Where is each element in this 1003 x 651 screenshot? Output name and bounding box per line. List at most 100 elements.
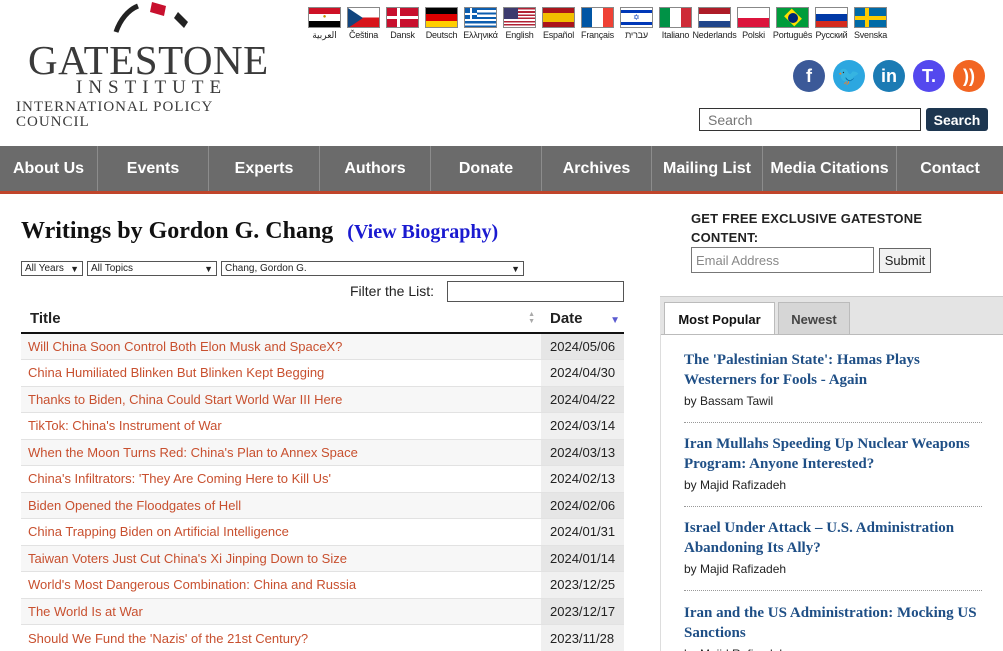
nav-item-media-citations[interactable]: Media Citations [763,146,897,191]
language-gr[interactable]: Ελληνικά [461,7,500,41]
article-title-link[interactable]: Should We Fund the 'Nazis' of the 21st C… [21,624,541,651]
nav-item-archives[interactable]: Archives [542,146,652,191]
article-title-link[interactable]: Will China Soon Control Both Elon Musk a… [21,332,541,360]
writings-table: Title ▲ ▼ Date ▼ Will China Soon Control … [21,305,624,651]
submit-button[interactable]: Submit [879,248,931,273]
language-se[interactable]: Svenska [851,7,890,41]
nav-item-about-us[interactable]: About Us [0,146,98,191]
article-date: 2024/03/13 [541,438,624,466]
popular-article: Israel Under Attack – U.S. Administratio… [684,518,984,576]
title-column-header[interactable]: Title ▲ ▼ [21,305,541,334]
social-links: f 🐦 in T.)) [793,60,985,92]
article-date: 2023/11/28 [541,624,624,651]
email-input[interactable]: Email Address [691,247,874,273]
twitter-icon[interactable]: 🐦 [833,60,865,92]
language-label: Polski [742,30,765,40]
language-eg[interactable]: ● العربية [305,7,344,41]
rss-icon[interactable]: )) [953,60,985,92]
language-fr[interactable]: Français [578,7,617,41]
sort-both-icon: ▲ ▼ [528,311,535,325]
date-column-header[interactable]: Date ▼ [541,305,624,334]
nav-item-contact[interactable]: Contact [897,146,1003,191]
article-title-link[interactable]: Biden Opened the Floodgates of Hell [21,491,541,519]
logo-gatestone-text: GATESTONE [28,37,269,83]
logo-mark-icon [113,2,188,33]
truth-social-icon[interactable]: T. [913,60,945,92]
language-nl[interactable]: Nederlands [692,7,737,41]
language-flags: ● العربية Čeština Dansk Deutsch Ελληνικά Engli… [305,7,890,41]
pl-flag-icon [737,7,770,28]
language-label: Čeština [348,30,379,40]
language-label: Español [542,30,575,40]
nl-flag-icon [698,7,731,28]
article-date: 2024/05/06 [541,332,624,360]
table-row: The World Is at War 2023/12/17 [21,597,624,625]
popular-article-title[interactable]: Israel Under Attack – U.S. Administratio… [684,518,984,558]
language-pl[interactable]: Polski [734,7,773,41]
article-date: 2023/12/25 [541,571,624,598]
language-ru[interactable]: Русский [812,7,851,41]
linkedin-icon[interactable]: in [873,60,905,92]
search-button[interactable]: Search [926,108,988,131]
site-logo[interactable]: GATESTONE INSTITUTE INTERNATIONAL POLICY… [14,2,286,130]
language-label: العربية [312,30,337,40]
tab-newest[interactable]: Newest [778,302,850,335]
popular-article: Iran and the US Administration: Mocking … [684,603,984,651]
main-nav: About Us Events Experts Authors Donate Archiv… [0,146,1003,194]
nav-item-experts[interactable]: Experts [209,146,320,191]
filter-list-label: Filter the List: [350,283,435,299]
table-row: Should We Fund the 'Nazis' of the 21st C… [21,624,624,651]
popular-article-author: by Majid Rafizadeh [684,562,787,576]
nav-item-donate[interactable]: Donate [431,146,542,191]
topics-select[interactable]: All Topics ▼ [87,261,217,276]
article-title-link[interactable]: When the Moon Turns Red: China's Plan to… [21,438,541,466]
language-es[interactable]: Español [539,7,578,41]
years-select[interactable]: All Years ▼ [21,261,83,276]
tabs-divider [660,334,1003,335]
language-de[interactable]: Deutsch [422,7,461,41]
article-title-link[interactable]: China Trapping Biden on Artificial Intel… [21,518,541,545]
language-dk[interactable]: Dansk [383,7,422,41]
table-row: Will China Soon Control Both Elon Musk a… [21,332,624,360]
page-title: Writings by Gordon G. Chang (View Biogra… [21,218,498,245]
de-flag-icon [425,7,458,28]
article-title-link[interactable]: World's Most Dangerous Combination: Chin… [21,571,541,598]
article-title-link[interactable]: Taiwan Voters Just Cut China's Xi Jinpin… [21,544,541,572]
filter-selects: All Years ▼ All Topics ▼ Chang, Gordon G. ▼ [21,261,524,276]
article-date: 2024/04/30 [541,359,624,386]
language-us[interactable]: English [500,7,539,41]
article-title-link[interactable]: China Humiliated Blinken But Blinken Kep… [21,359,541,386]
sidebar-tabs: Most Popular Newest [660,296,1003,335]
language-il[interactable]: ✡ עברית [617,7,656,41]
author-select[interactable]: Chang, Gordon G. ▼ [221,261,524,276]
article-title-link[interactable]: Thanks to Biden, China Could Start World… [21,385,541,413]
popular-article-title[interactable]: Iran and the US Administration: Mocking … [684,603,984,643]
article-title-link[interactable]: The World Is at War [21,597,541,625]
popular-article-author: by Bassam Tawil [684,394,774,408]
es-flag-icon [542,7,575,28]
article-separator [684,590,982,591]
popular-article-title[interactable]: The 'Palestinian State': Hamas Plays Wes… [684,350,984,390]
nav-item-mailing-list[interactable]: Mailing List [652,146,763,191]
popular-article-title[interactable]: Iran Mullahs Speeding Up Nuclear Weapons… [684,434,984,474]
article-title-link[interactable]: TikTok: China's Instrument of War [21,412,541,439]
language-br[interactable]: Português [773,7,812,41]
article-title-link[interactable]: China's Infiltrators: 'They Are Coming H… [21,465,541,492]
table-row: Biden Opened the Floodgates of Hell 2024/… [21,491,624,519]
language-it[interactable]: Italiano [656,7,695,41]
it-flag-icon [659,7,692,28]
search-input[interactable] [699,108,921,131]
nav-item-authors[interactable]: Authors [320,146,431,191]
nav-item-events[interactable]: Events [98,146,209,191]
filter-list-input[interactable] [447,281,624,302]
fr-flag-icon [581,7,614,28]
language-label: Nederlands [692,30,737,40]
view-biography-link[interactable]: (View Biography) [347,221,498,243]
language-cz[interactable]: Čeština [344,7,383,41]
newsletter-promo: GET FREE EXCLUSIVE GATESTONE CONTENT: [691,211,923,245]
ru-flag-icon [815,7,848,28]
table-row: China Trapping Biden on Artificial Intel… [21,518,624,545]
tab-most-popular[interactable]: Most Popular [664,302,775,335]
article-date: 2024/02/06 [541,491,624,519]
facebook-icon[interactable]: f [793,60,825,92]
